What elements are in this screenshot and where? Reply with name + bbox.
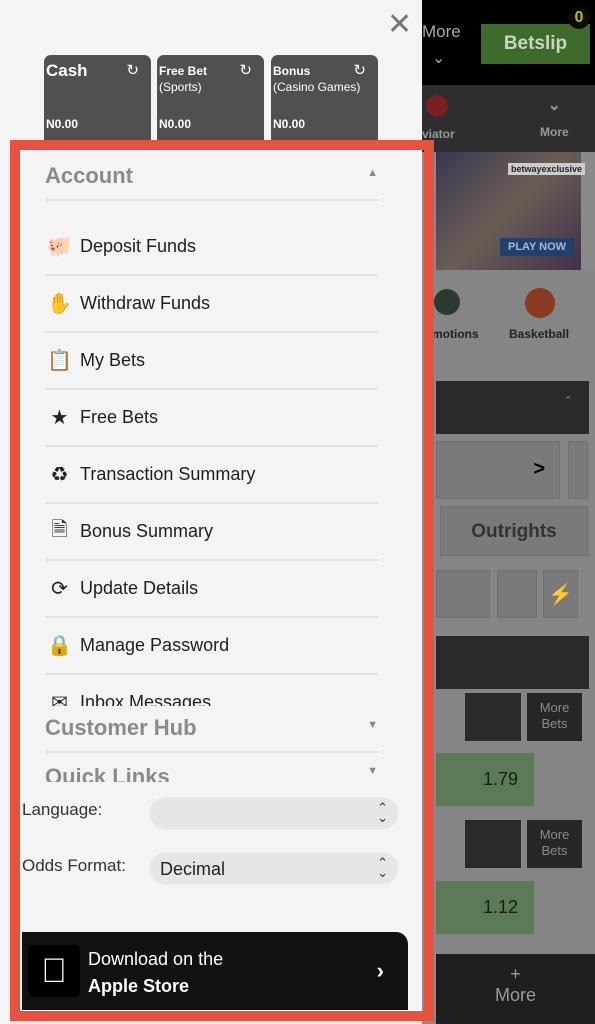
section-header[interactable]: ˆ xyxy=(436,381,589,434)
odds-button[interactable]: 1.79 xyxy=(436,753,534,806)
menu-free-bets[interactable]: ★ Free Bets xyxy=(45,389,378,446)
menu-bonus-summary[interactable]: 🗎 Bonus Summary xyxy=(45,503,378,560)
chevron-up-icon: ˆ xyxy=(565,395,571,412)
banner-tag: betwayexclusive xyxy=(508,163,586,175)
megaphone-icon[interactable] xyxy=(434,289,460,315)
more-menu[interactable]: More xyxy=(422,22,461,42)
basketball-icon[interactable] xyxy=(525,288,555,318)
section-header[interactable] xyxy=(436,636,589,689)
menu-deposit-funds[interactable]: 🐖 Deposit Funds xyxy=(45,218,378,275)
star-icon: ★ xyxy=(50,407,69,429)
refresh-icon[interactable]: ↻ xyxy=(353,61,366,79)
close-icon[interactable]: ✕ xyxy=(387,10,412,40)
apple-store-download-button[interactable]:  Download on the Apple Store › xyxy=(22,932,408,1010)
more-bets-button[interactable]: More Bets xyxy=(527,820,582,868)
carousel-item[interactable]: > xyxy=(436,441,560,499)
betslip-count-badge: 0 xyxy=(568,7,590,29)
lock-icon: 🔒 xyxy=(47,635,72,657)
envelope-icon: ✉ xyxy=(51,692,68,706)
language-select[interactable]: ⌃ ⌄ xyxy=(149,797,399,830)
category-promotions[interactable]: motions xyxy=(432,327,479,341)
menu-withdraw-funds[interactable]: ✋ Withdraw Funds xyxy=(45,275,378,332)
menu-manage-password[interactable]: 🔒 Manage Password xyxy=(45,617,378,674)
nav-more[interactable]: ⌄ More xyxy=(540,95,569,139)
document-icon: 🗎 xyxy=(51,518,68,541)
piggy-bank-icon: 🐖 xyxy=(47,236,72,258)
refresh-icon[interactable]: ↻ xyxy=(239,61,252,79)
divider xyxy=(45,199,378,201)
calendar-icon[interactable] xyxy=(497,570,537,618)
account-menu: 🐖 Deposit Funds ✋ Withdraw Funds 📋 My Bets … xyxy=(0,218,422,706)
aviator-icon[interactable] xyxy=(426,95,448,117)
transaction-icon: ♻ xyxy=(50,464,69,486)
quick-links-toggle[interactable]: Quick Links ▼ xyxy=(45,764,378,782)
menu-label: Update Details xyxy=(80,578,199,598)
menu-label: Inbox Messages xyxy=(80,692,212,706)
caret-up-icon: ▲ xyxy=(367,167,378,179)
select-arrows-icon: ⌃ ⌄ xyxy=(377,800,388,825)
section-title: Quick Links xyxy=(45,764,170,782)
nav-aviator[interactable]: viator xyxy=(422,127,455,141)
filter-dropdown[interactable] xyxy=(436,570,490,618)
more-bets-button[interactable]: More Bets xyxy=(527,693,582,741)
section-title: Account xyxy=(45,163,133,188)
stats-icon[interactable] xyxy=(465,693,521,741)
wallet-subtitle: (Sports) xyxy=(159,80,202,94)
bottom-more-button[interactable]: + More xyxy=(436,954,595,1024)
lightning-icon[interactable]: ⚡ xyxy=(543,570,578,618)
odds-format-select[interactable]: Decimal ⌃ ⌄ xyxy=(149,852,399,885)
language-label: Language: xyxy=(22,800,103,819)
wallet-free-bet[interactable]: Free Bet (Sports) ↻ N0.00 xyxy=(157,55,264,140)
menu-inbox-messages[interactable]: ✉ Inbox Messages xyxy=(45,674,378,706)
chevron-down-icon: ⌄ xyxy=(547,97,562,114)
odds-button[interactable]: 1.12 xyxy=(436,881,534,934)
wallet-amount: N0.00 xyxy=(159,117,192,131)
menu-label: My Bets xyxy=(80,350,146,370)
odds-format-label: Odds Format: xyxy=(22,856,126,875)
caret-down-icon: ▼ xyxy=(367,719,378,731)
menu-transaction-summary[interactable]: ♻ Transaction Summary xyxy=(45,446,378,503)
betslip-button[interactable]: Betslip xyxy=(481,24,590,64)
scroll-right-button[interactable] xyxy=(568,441,588,499)
apple-icon:  xyxy=(28,945,80,997)
menu-label: Free Bets xyxy=(80,407,159,427)
plus-icon: + xyxy=(510,964,521,984)
caret-down-icon: ▼ xyxy=(367,765,378,777)
menu-label: Manage Password xyxy=(80,635,230,655)
select-arrows-icon: ⌃ ⌄ xyxy=(377,855,388,880)
divider xyxy=(45,751,378,753)
wallet-bonus[interactable]: Bonus (Casino Games) ↻ N0.00 xyxy=(271,55,378,140)
customer-hub-toggle[interactable]: Customer Hub ▼ xyxy=(45,715,378,741)
stats-icon[interactable] xyxy=(465,820,521,868)
section-title: Customer Hub xyxy=(45,715,197,740)
chevron-right-icon: > xyxy=(533,458,545,480)
nav-more-label: More xyxy=(540,125,569,139)
menu-label: Withdraw Funds xyxy=(80,293,211,313)
menu-update-details[interactable]: ⟳ Update Details xyxy=(45,560,378,617)
tab-outrights[interactable]: Outrights xyxy=(440,506,588,556)
menu-label: Deposit Funds xyxy=(80,236,197,256)
refresh-icon[interactable]: ↻ xyxy=(126,61,139,79)
menu-label: Bonus Summary xyxy=(80,521,214,541)
nav-row xyxy=(422,85,595,152)
wallet-subtitle: (Casino Games) xyxy=(273,80,361,94)
wallet-amount: N0.00 xyxy=(46,117,79,131)
app-line1: Download on the xyxy=(88,949,224,969)
menu-my-bets[interactable]: 📋 My Bets xyxy=(45,332,378,389)
sync-icon: ⟳ xyxy=(51,578,68,600)
menu-label: Transaction Summary xyxy=(80,464,256,484)
chevron-down-icon[interactable]: ⌄ xyxy=(432,48,445,68)
account-section-toggle[interactable]: Account ▲ xyxy=(45,163,378,189)
withdraw-hand-icon: ✋ xyxy=(47,293,72,315)
wallet-amount: N0.00 xyxy=(273,117,306,131)
app-line2: Apple Store xyxy=(88,976,190,996)
betslip-icon: 📋 xyxy=(47,350,72,372)
chevron-right-icon: › xyxy=(376,958,384,983)
bottom-more-label: More xyxy=(494,985,536,1005)
odds-format-value: Decimal xyxy=(160,859,226,879)
category-basketball[interactable]: Basketball xyxy=(509,327,569,341)
play-now-button[interactable]: PLAY NOW xyxy=(500,238,575,256)
wallet-cash[interactable]: Cash ↻ N0.00 xyxy=(44,55,151,140)
